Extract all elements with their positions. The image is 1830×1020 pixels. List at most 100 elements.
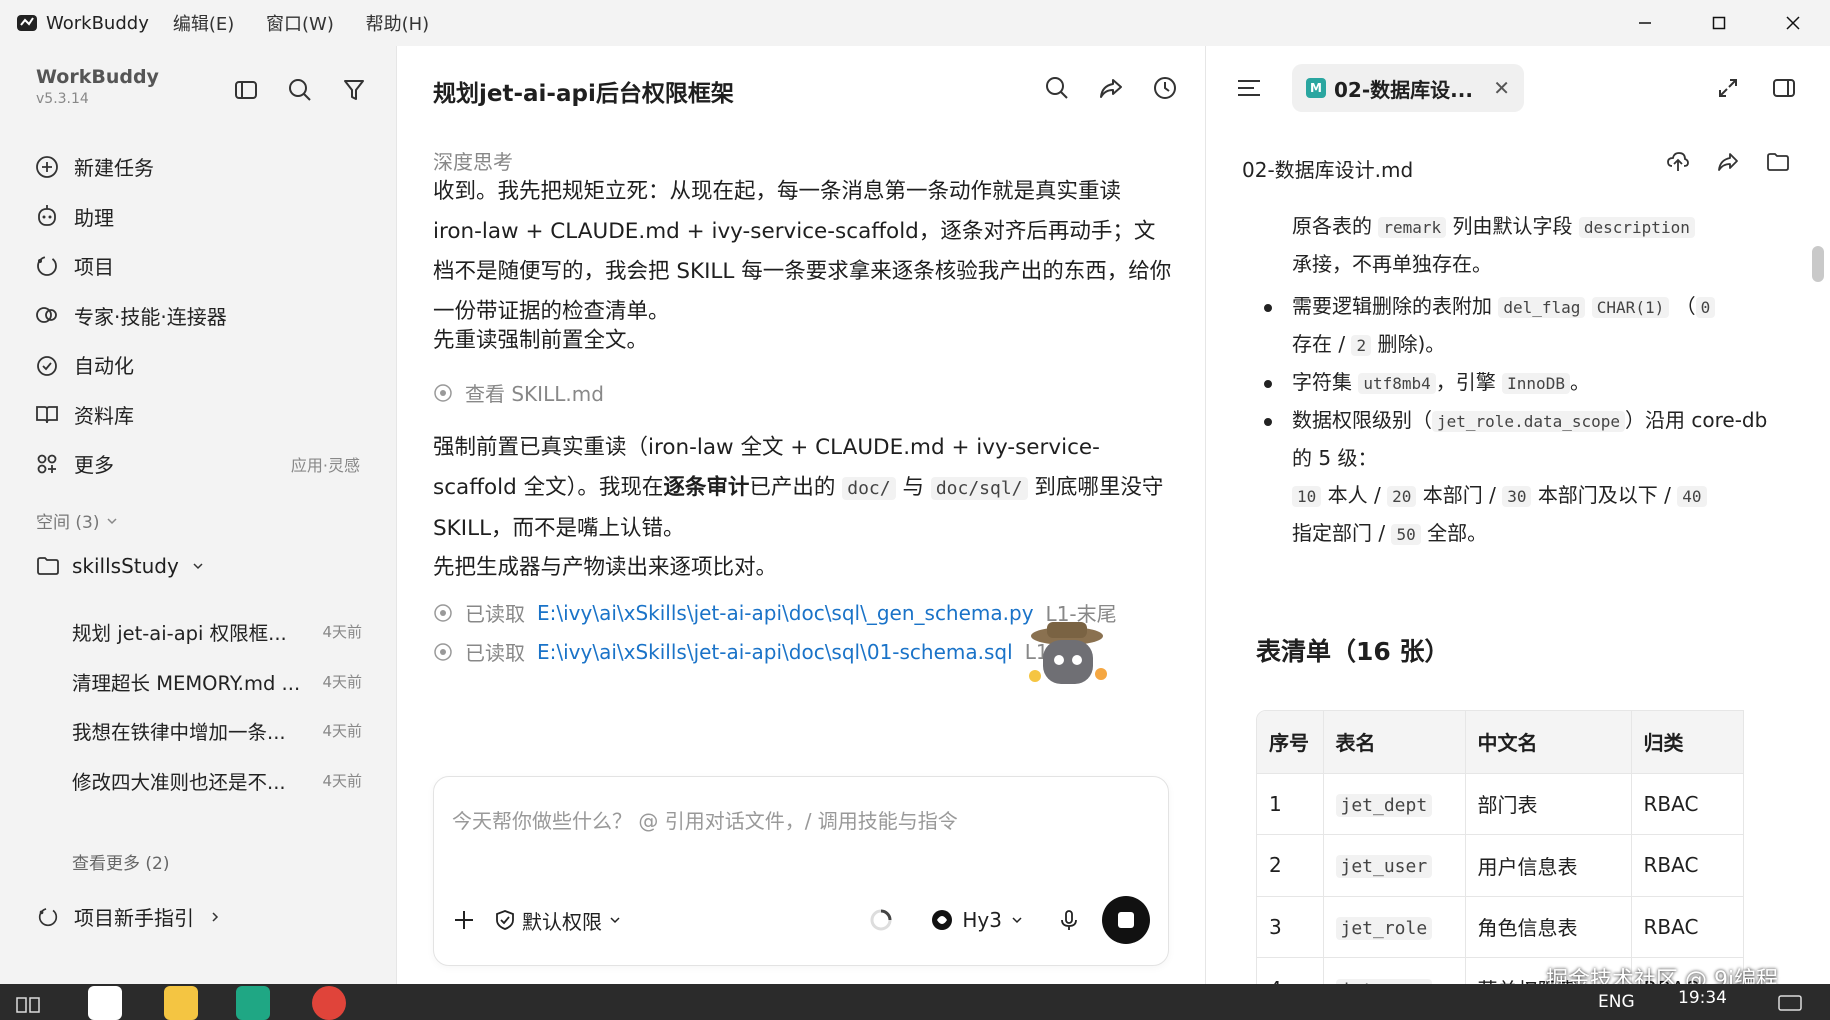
share-button[interactable] bbox=[1097, 74, 1125, 102]
text-run: 列由默认字段 bbox=[1452, 214, 1573, 238]
sidebar-nav: 新建任务 助理 项目 专家·技能·连接器 自动化 资料库 更多 应用·灵感 bbox=[34, 142, 374, 489]
task-title: 我想在铁律中增加一条... bbox=[72, 721, 286, 745]
brand-name: WorkBuddy bbox=[36, 66, 159, 88]
menu-edit[interactable]: 编辑(E) bbox=[173, 14, 234, 35]
notification-icon[interactable] bbox=[1778, 994, 1802, 1014]
sidebar-search-button[interactable] bbox=[286, 76, 314, 104]
eye-icon bbox=[434, 642, 452, 661]
deep-think-label[interactable]: 深度思考 bbox=[433, 146, 513, 175]
nav-library[interactable]: 资料库 bbox=[34, 390, 374, 440]
task-item[interactable]: 修改四大准则也还是不... 4天前 bbox=[72, 756, 362, 806]
inline-code: InnoDB bbox=[1502, 373, 1570, 394]
text-run: 数据权限级别（ bbox=[1292, 408, 1432, 432]
tool-call-view-skill[interactable]: 查看 SKILL.md bbox=[433, 378, 604, 407]
taskbar-chrome-icon[interactable] bbox=[312, 986, 346, 1020]
history-icon bbox=[1154, 77, 1176, 99]
eye-icon bbox=[434, 603, 452, 622]
text-run: 。 bbox=[1569, 370, 1590, 394]
sidebar: WorkBuddy v5.3.14 新建任务 助理 项目 专家·技能·连接器 自… bbox=[0, 46, 396, 1020]
chat-panel: 规划jet-ai-api后台权限框架 深度思考 收到。我先把规矩立死：从现在起，… bbox=[396, 46, 1206, 984]
nav-label: 新建任务 bbox=[74, 156, 154, 181]
toggle-sidebar-button[interactable] bbox=[232, 76, 260, 104]
search-icon bbox=[1046, 77, 1068, 99]
expand-icon[interactable] bbox=[1716, 76, 1740, 100]
nav-assistant[interactable]: 助理 bbox=[34, 192, 374, 242]
taskbar-typora-icon[interactable] bbox=[88, 986, 122, 1020]
doc-scrollbar[interactable] bbox=[1812, 246, 1824, 282]
close-tab-icon[interactable]: ✕ bbox=[1493, 76, 1510, 100]
model-selector[interactable]: Hy3 bbox=[868, 907, 1080, 933]
taskbar-clock[interactable]: 19:34 bbox=[1678, 988, 1727, 1008]
inline-code: 20 bbox=[1387, 486, 1417, 507]
menu-help[interactable]: 帮助(H) bbox=[366, 14, 430, 35]
guide-label: 项目新手指引 bbox=[74, 906, 194, 930]
input-language[interactable]: ENG bbox=[1598, 992, 1635, 1012]
chat-input-box[interactable]: 今天帮你做些什么？ @ 引用对话文件，/ 调用技能与指令 默认权限 Hy3 bbox=[433, 776, 1169, 966]
table-row: 3 jet_role 角色信息表 RBAC bbox=[1257, 895, 1743, 958]
add-attachment-icon[interactable] bbox=[452, 908, 476, 932]
tool-call-read-file[interactable]: 已读取 E:\ivy\ai\xSkills\jet-ai-api\doc\sql… bbox=[433, 637, 1056, 666]
inline-code: jet_role.data_scope bbox=[1432, 411, 1626, 432]
see-more-link[interactable]: 查看更多 (2) bbox=[72, 849, 169, 874]
message-paragraph: 先重读强制前置全文。 bbox=[433, 328, 649, 353]
maximize-button[interactable] bbox=[1682, 0, 1756, 46]
text-run: 全部。 bbox=[1427, 521, 1488, 545]
task-item[interactable]: 规划 jet-ai-api 权限框... 4天前 bbox=[72, 607, 362, 657]
doc-tabbar: M 02-数据库设... ✕ bbox=[1206, 46, 1830, 130]
taskbar-folder-icon[interactable] bbox=[164, 986, 198, 1020]
app-name: WorkBuddy bbox=[46, 12, 149, 34]
inline-code: doc/sql/ bbox=[930, 477, 1028, 500]
conversation-title: 规划jet-ai-api后台权限框架 bbox=[433, 81, 734, 107]
taskbar-workbuddy-icon[interactable] bbox=[236, 986, 270, 1020]
chat-toolbar bbox=[1043, 74, 1179, 102]
nav-automation[interactable]: 自动化 bbox=[34, 340, 374, 390]
text-run: 本部门及以下 / bbox=[1537, 483, 1671, 507]
text-run: 需要逻辑删除的表附加 bbox=[1292, 294, 1492, 318]
space-toggle[interactable]: 空间 (3) bbox=[36, 508, 119, 533]
chat-search-button[interactable] bbox=[1043, 74, 1071, 102]
task-item[interactable]: 清理超长 MEMORY.md ... 4天前 bbox=[72, 657, 362, 707]
text-run: 已产出的 bbox=[749, 475, 836, 500]
nav-new-task[interactable]: 新建任务 bbox=[34, 142, 374, 192]
doc-tab-label: 02-数据库设... bbox=[1334, 77, 1473, 102]
outline-menu-icon[interactable] bbox=[1236, 76, 1262, 100]
tool-call-read-file[interactable]: 已读取 E:\ivy\ai\xSkills\jet-ai-api\doc\sql… bbox=[433, 598, 1117, 627]
chat-input[interactable]: 今天帮你做些什么？ @ 引用对话文件，/ 调用技能与指令 bbox=[452, 805, 958, 834]
chevron-down-icon bbox=[610, 917, 620, 924]
inline-code: 10 bbox=[1292, 486, 1322, 507]
nav-project[interactable]: 项目 bbox=[34, 241, 374, 291]
doc-content: 原各表的 remark 列由默认字段 description 承接，不再单独存在… bbox=[1256, 208, 1776, 553]
table-row: 2 jet_user 用户信息表 RBAC bbox=[1257, 834, 1743, 896]
nav-experts[interactable]: 专家·技能·连接器 bbox=[34, 291, 374, 341]
inline-code: 0 bbox=[1695, 297, 1716, 318]
inline-code: 30 bbox=[1502, 486, 1532, 507]
menu-window[interactable]: 窗口(W) bbox=[266, 14, 334, 35]
inline-code: description bbox=[1578, 217, 1695, 238]
table-cell: RBAC bbox=[1631, 834, 1743, 896]
automation-icon bbox=[37, 355, 57, 376]
list-item: 需要逻辑删除的表附加 del_flag CHAR(1) （0 存在 / 2 删除… bbox=[1256, 288, 1776, 364]
folder-icon[interactable] bbox=[1766, 150, 1790, 174]
task-view-icon[interactable] bbox=[16, 994, 40, 1016]
text-run: 存在 / bbox=[1292, 332, 1346, 356]
project-folder[interactable]: skillsStudy bbox=[36, 554, 205, 578]
share-icon[interactable] bbox=[1716, 150, 1740, 174]
microphone-icon[interactable] bbox=[1058, 909, 1080, 931]
panel-layout-icon[interactable] bbox=[1772, 76, 1796, 100]
nav-label: 更多 bbox=[74, 453, 114, 478]
task-item[interactable]: 我想在铁律中增加一条... 4天前 bbox=[72, 706, 362, 756]
close-window-button[interactable] bbox=[1756, 0, 1830, 46]
doc-heading: 表清单（16 张） bbox=[1256, 637, 1450, 666]
file-link[interactable]: E:\ivy\ai\xSkills\jet-ai-api\doc\sql\01-… bbox=[537, 640, 1013, 664]
project-guide-link[interactable]: 项目新手指引 bbox=[36, 902, 222, 931]
permission-dropdown[interactable]: 默认权限 bbox=[494, 906, 622, 935]
os-taskbar: ENG 19:34 bbox=[0, 984, 1830, 1020]
upload-icon[interactable] bbox=[1666, 150, 1690, 174]
file-link[interactable]: E:\ivy\ai\xSkills\jet-ai-api\doc\sql\_ge… bbox=[537, 601, 1034, 625]
stop-button[interactable] bbox=[1102, 896, 1150, 944]
minimize-button[interactable] bbox=[1608, 0, 1682, 46]
doc-tab[interactable]: M 02-数据库设... ✕ bbox=[1292, 64, 1524, 112]
history-button[interactable] bbox=[1151, 74, 1179, 102]
filter-button[interactable] bbox=[340, 76, 368, 104]
nav-more[interactable]: 更多 应用·灵感 bbox=[34, 439, 374, 489]
